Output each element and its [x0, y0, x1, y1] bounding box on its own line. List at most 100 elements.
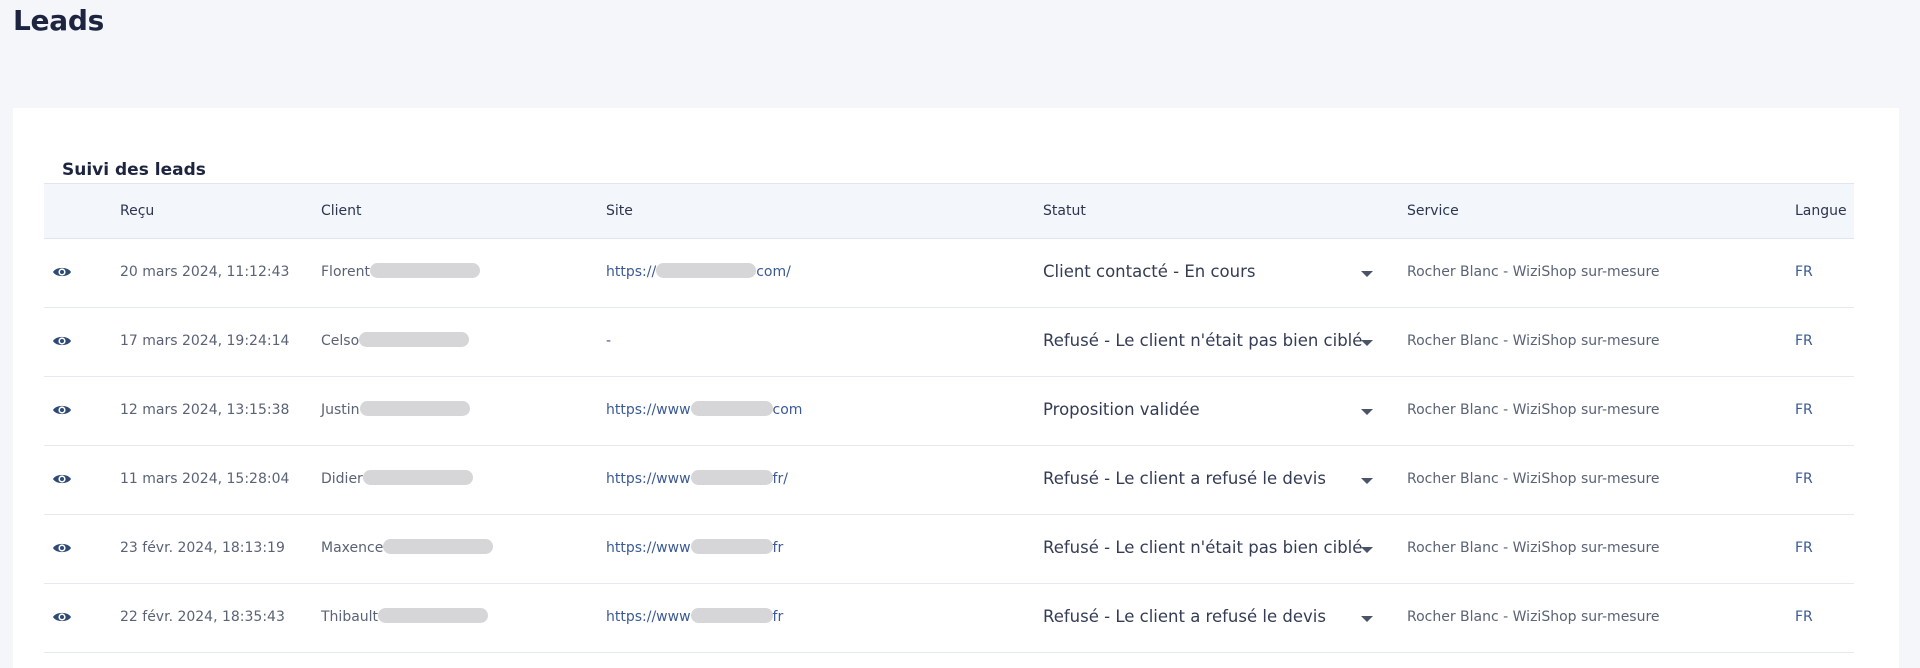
client-name: Celso [321, 332, 470, 349]
site-suffix: fr/ [772, 471, 788, 487]
status-select[interactable]: Client contacté - En cours [1043, 262, 1373, 286]
redacted-blur [656, 263, 757, 278]
chevron-down-icon[interactable] [1361, 616, 1373, 622]
redacted-blur [690, 470, 773, 485]
eye-icon[interactable] [52, 469, 72, 489]
site-link[interactable]: https://www fr/ [606, 470, 788, 487]
status-value: Proposition validée [1043, 400, 1200, 419]
eye-icon[interactable] [52, 607, 72, 627]
eye-icon[interactable] [52, 331, 72, 351]
client-first-name: Maxence [321, 540, 384, 556]
table-row: 22 févr. 2024, 18:35:43 Thibault https:/… [44, 584, 1854, 653]
client-name: Didier [321, 470, 473, 487]
redacted-blur [383, 539, 494, 554]
site-suffix: com/ [756, 264, 791, 280]
received-date: 17 mars 2024, 19:24:14 [120, 333, 290, 349]
table-row: 12 mars 2024, 13:15:38 Justin https://ww… [44, 377, 1854, 446]
card-title: Suivi des leads [62, 160, 206, 180]
leads-card: Suivi des leads Reçu Client Site Statut … [13, 108, 1899, 668]
table-row: 17 mars 2024, 19:24:14 Celso - Refusé - … [44, 308, 1854, 377]
column-header-client[interactable]: Client [321, 203, 362, 219]
redacted-blur [359, 401, 470, 416]
eye-icon[interactable] [52, 262, 72, 282]
client-name: Thibault [321, 608, 489, 625]
chevron-down-icon[interactable] [1361, 409, 1373, 415]
leads-table: Reçu Client Site Statut Service Langue 2… [44, 183, 1854, 653]
table-header: Reçu Client Site Statut Service Langue [44, 183, 1854, 239]
column-header-statut[interactable]: Statut [1043, 203, 1086, 219]
redacted-blur [369, 263, 480, 278]
redacted-blur [378, 608, 489, 623]
eye-icon[interactable] [52, 538, 72, 558]
client-name: Maxence [321, 539, 494, 556]
received-date: 20 mars 2024, 11:12:43 [120, 264, 290, 280]
eye-icon[interactable] [52, 400, 72, 420]
language-code: FR [1795, 402, 1813, 418]
client-name: Florent [321, 263, 480, 280]
status-value: Client contacté - En cours [1043, 262, 1256, 281]
table-row: 20 mars 2024, 11:12:43 Florent https:// c… [44, 239, 1854, 308]
status-value: Refusé - Le client a refusé le devis [1043, 607, 1326, 626]
table-row: 11 mars 2024, 15:28:04 Didier https://ww… [44, 446, 1854, 515]
site-prefix: - [606, 333, 612, 349]
status-select[interactable]: Proposition validée [1043, 400, 1373, 424]
status-value: Refusé - Le client n'était pas bien cibl… [1043, 331, 1363, 350]
site-suffix: com [772, 402, 803, 418]
service-name: Rocher Blanc - WiziShop sur-mesure [1407, 402, 1660, 418]
received-date: 12 mars 2024, 13:15:38 [120, 402, 290, 418]
site-prefix: https://www [606, 609, 691, 625]
service-name: Rocher Blanc - WiziShop sur-mesure [1407, 264, 1660, 280]
site-link[interactable]: https://www fr [606, 539, 784, 556]
column-header-site[interactable]: Site [606, 203, 633, 219]
site-link[interactable]: https://www com [606, 401, 803, 418]
received-date: 11 mars 2024, 15:28:04 [120, 471, 290, 487]
status-value: Refusé - Le client a refusé le devis [1043, 469, 1326, 488]
site-suffix: fr [772, 540, 784, 556]
column-header-service[interactable]: Service [1407, 203, 1459, 219]
service-name: Rocher Blanc - WiziShop sur-mesure [1407, 540, 1660, 556]
redacted-blur [359, 332, 470, 347]
site-link[interactable]: https://www fr [606, 608, 784, 625]
status-select[interactable]: Refusé - Le client n'était pas bien cibl… [1043, 331, 1373, 355]
column-header-recu[interactable]: Reçu [120, 203, 154, 219]
status-select[interactable]: Refusé - Le client a refusé le devis [1043, 607, 1373, 631]
service-name: Rocher Blanc - WiziShop sur-mesure [1407, 471, 1660, 487]
redacted-blur [690, 608, 773, 623]
client-first-name: Didier [321, 471, 363, 487]
client-first-name: Thibault [321, 609, 379, 625]
chevron-down-icon[interactable] [1361, 478, 1373, 484]
service-name: Rocher Blanc - WiziShop sur-mesure [1407, 333, 1660, 349]
site-prefix: https://www [606, 471, 691, 487]
site-prefix: https://www [606, 402, 691, 418]
client-first-name: Justin [321, 402, 360, 418]
redacted-blur [690, 539, 773, 554]
received-date: 22 févr. 2024, 18:35:43 [120, 609, 285, 625]
language-code: FR [1795, 471, 1813, 487]
chevron-down-icon[interactable] [1361, 271, 1373, 277]
column-header-langue[interactable]: Langue [1795, 203, 1847, 219]
client-first-name: Florent [321, 264, 370, 280]
chevron-down-icon[interactable] [1361, 340, 1373, 346]
site-suffix: fr [772, 609, 784, 625]
redacted-blur [690, 401, 773, 416]
redacted-blur [362, 470, 473, 485]
status-select[interactable]: Refusé - Le client a refusé le devis [1043, 469, 1373, 493]
site-link[interactable]: https:// com/ [606, 263, 791, 280]
language-code: FR [1795, 609, 1813, 625]
language-code: FR [1795, 264, 1813, 280]
client-name: Justin [321, 401, 470, 418]
table-row: 23 févr. 2024, 18:13:19 Maxence https://… [44, 515, 1854, 584]
site-link[interactable]: - [606, 333, 611, 349]
table-body: 20 mars 2024, 11:12:43 Florent https:// c… [44, 239, 1854, 653]
language-code: FR [1795, 333, 1813, 349]
client-first-name: Celso [321, 333, 360, 349]
page-title: Leads [13, 4, 104, 37]
received-date: 23 févr. 2024, 18:13:19 [120, 540, 285, 556]
site-prefix: https:// [606, 264, 657, 280]
language-code: FR [1795, 540, 1813, 556]
status-value: Refusé - Le client n'était pas bien cibl… [1043, 538, 1363, 557]
status-select[interactable]: Refusé - Le client n'était pas bien cibl… [1043, 538, 1373, 562]
chevron-down-icon[interactable] [1361, 547, 1373, 553]
service-name: Rocher Blanc - WiziShop sur-mesure [1407, 609, 1660, 625]
site-prefix: https://www [606, 540, 691, 556]
